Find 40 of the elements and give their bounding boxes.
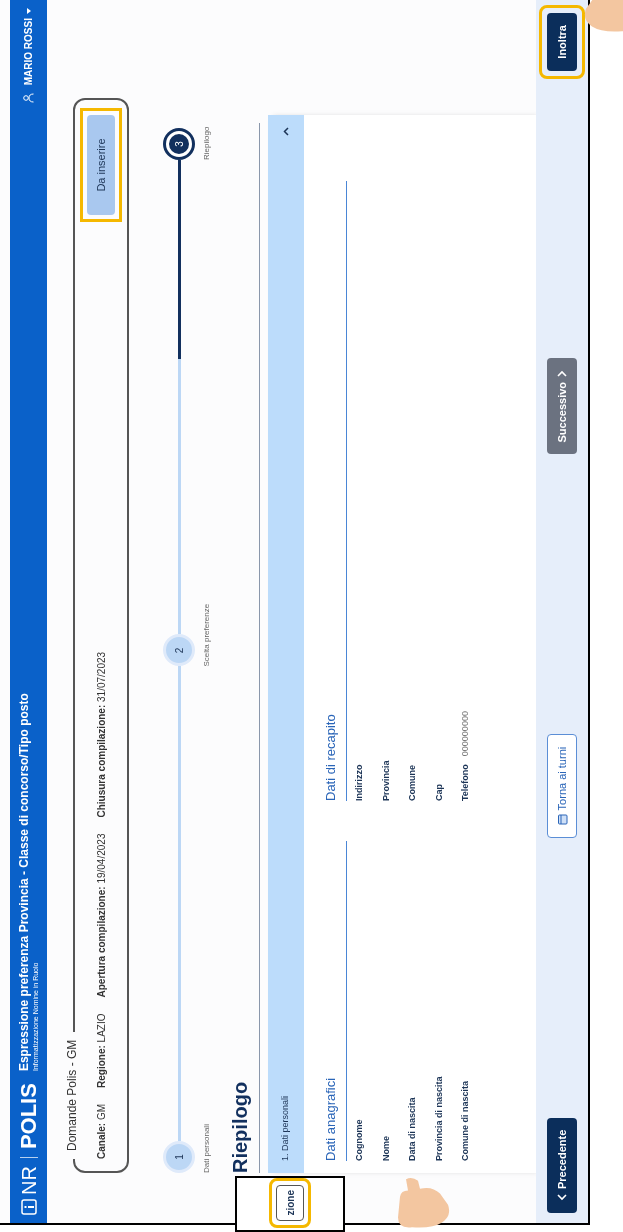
submit-button[interactable]: Inoltra	[547, 13, 577, 71]
step-label: Dati personali	[201, 1124, 212, 1173]
field-label: Provincia	[379, 760, 392, 801]
calendar-icon	[556, 814, 568, 826]
section-heading: Riepilogo	[229, 1081, 251, 1173]
field-label: Telefono	[459, 764, 471, 801]
previous-button[interactable]: Precedente	[547, 1117, 577, 1213]
logo-text: NR	[16, 1166, 41, 1195]
field-label: Comune	[406, 765, 418, 801]
chevron-right-icon	[557, 369, 567, 378]
summary-field: Regione: LAZIO	[93, 1013, 109, 1088]
accordion-header[interactable]: 1. Dati personali	[268, 115, 304, 1173]
caret-icon	[26, 8, 31, 14]
summary-legend: Domande Polis - GM	[66, 1031, 78, 1159]
subsection-title: Dati di recapito	[323, 714, 338, 801]
step-label: Scelta preferenze	[201, 603, 212, 667]
field-value: 000000000	[459, 711, 471, 757]
field-label: Data di nascita	[406, 1097, 418, 1161]
field-label: Indirizzo	[353, 764, 365, 801]
chevron-left-icon	[557, 1193, 567, 1201]
field-label: Comune di nascita	[459, 1081, 471, 1161]
logo-text: POLIS	[15, 1083, 42, 1150]
subsection-title: Dati anagrafici	[323, 1077, 338, 1161]
field-label: Provincia di nascita	[432, 1076, 445, 1161]
user-icon	[23, 93, 34, 104]
chevron-icon	[283, 127, 289, 136]
next-button[interactable]: Successivo	[547, 357, 577, 455]
field-label: Cap	[432, 784, 445, 801]
user-menu[interactable]: MARIO ROSSI	[21, 8, 36, 86]
step-label: Riepilogo	[201, 126, 212, 160]
summary-field: Apertura compilazione: 19/04/2023	[93, 833, 109, 998]
back-to-turns-button[interactable]: Torna ai turni	[547, 733, 577, 839]
field-label: Nome	[379, 1136, 392, 1161]
info-logo-icon	[20, 1199, 37, 1215]
field-label: Cognome	[353, 1119, 365, 1161]
side-button[interactable]: zione	[276, 1185, 304, 1221]
page-title: Espressione preferenza Provincia - Classe di concorso/Tipo posto	[16, 693, 32, 1072]
status-badge: Da inserire	[87, 115, 115, 215]
summary-field: Canale: GM	[93, 1104, 109, 1159]
summary-field: Chiusura compilazione: 31/07/2023	[93, 651, 109, 818]
